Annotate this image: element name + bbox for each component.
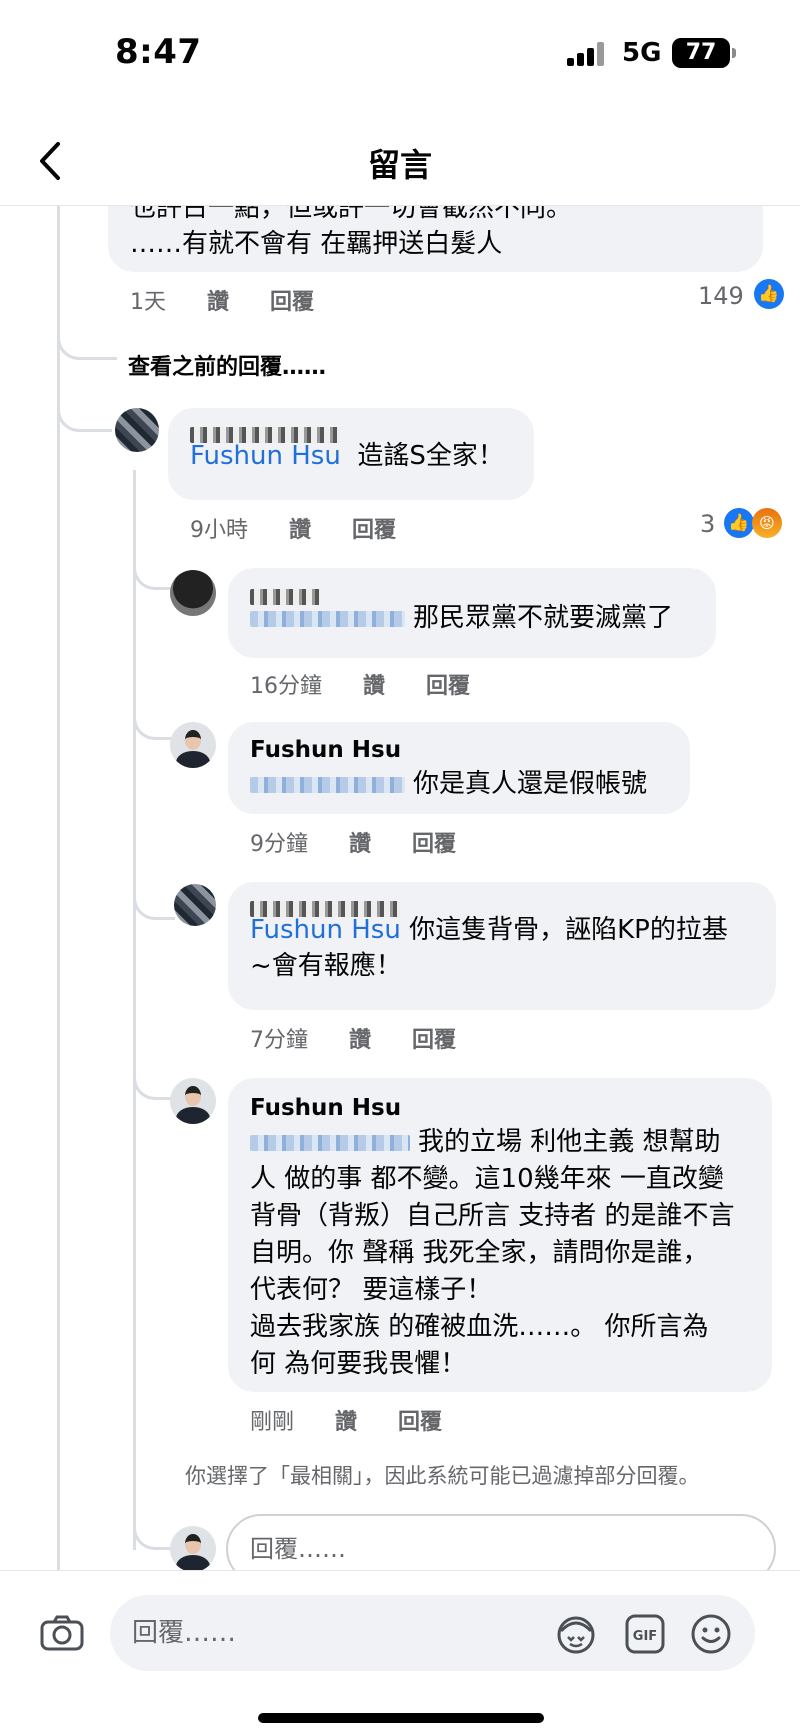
comment-time: 剛剛 [250,1410,295,1435]
svg-text:GIF: GIF [633,1629,657,1644]
blurred-mention [250,1134,410,1151]
like-link[interactable]: 讚 [335,1410,357,1435]
comment-bubble: Fushun Hsu 你是真人還是假帳號 [228,722,690,814]
comment-text: 那民眾黨不就要滅黨了 [413,603,674,633]
comment-meta: 7分鐘 讚 回覆 [250,1022,490,1054]
commenter-name[interactable]: Fushun Hsu [250,1092,750,1124]
reply-link[interactable]: 回覆 [426,674,470,699]
thread-curve [57,300,117,360]
filter-note: 你選擇了「最相關」，因此系統可能已過濾掉部分回覆。 [185,1464,700,1488]
thread-curve [57,372,112,432]
comment-bubble: Fushun Hsu 你這隻背骨，誣陷KP的拉基 ~會有報應！ [228,882,776,1010]
like-link[interactable]: 讚 [289,518,311,543]
like-link[interactable]: 讚 [349,1028,371,1053]
comment-time: 9分鐘 [250,832,308,857]
camera-icon[interactable] [40,1615,84,1651]
mention-link[interactable]: Fushun Hsu [250,915,401,945]
blurred-mention [250,610,405,627]
comment-meta: 剛剛 讚 回覆 [250,1404,476,1436]
comment-text: 你這隻背骨，誣陷KP的拉基 [409,915,728,945]
angry-reaction-icon: 😡 [752,508,782,538]
comment-bubble: Fushun Hsu 我的立場 利他主義 想幫助 人 做的事 都不變。這10幾年… [228,1078,772,1392]
comment-meta: 16分鐘 讚 回覆 [250,668,504,700]
comment-meta: 9分鐘 讚 回覆 [250,826,490,858]
reaction-count[interactable]: 149 [698,282,744,310]
comment-text: ……有就不會有 在羈押送白髮人 [130,229,503,259]
thread-curve [133,700,175,740]
comment-text: 何 為何要我畏懼！ [250,1349,467,1379]
avatar[interactable] [174,884,216,926]
avatar[interactable] [170,722,216,768]
reply-link[interactable]: 回覆 [352,518,396,543]
like-reaction-icon: 👍 [754,279,784,309]
blurred-mention [250,776,405,793]
comment-bubble: 那民眾黨不就要滅黨了 [228,568,716,658]
home-indicator [258,1713,544,1723]
comment-time: 7分鐘 [250,1028,308,1053]
comment-text: ~會有報應！ [250,951,402,981]
comment-meta: 1天 讚 回覆 [130,284,348,316]
reply-link[interactable]: 回覆 [412,1028,456,1053]
comment-composer[interactable]: 回覆…… GIF [110,1595,755,1671]
comment-text: 我的立場 利他主義 想幫助 [418,1127,721,1157]
comment-text: 人 做的事 都不變。這10幾年來 一直改變 [250,1164,724,1194]
comment-text: 你是真人還是假帳號 [413,769,648,799]
mention-link[interactable]: Fushun Hsu [190,441,341,471]
thread-curve [133,880,175,920]
like-reaction-icon: 👍 [724,508,754,538]
comment-text: 造謠S全家！ [357,441,504,471]
status-time: 8:47 [115,32,202,72]
comment-text: 過去我家族 的確被血洗……。 你所言為 [250,1312,709,1342]
reply-link[interactable]: 回覆 [412,832,456,857]
reply-link[interactable]: 回覆 [270,290,314,315]
reply-link[interactable]: 回覆 [398,1410,442,1435]
avatar[interactable] [170,1078,216,1124]
gif-icon[interactable]: GIF [624,1613,666,1655]
thread-curve [133,1060,175,1100]
thread-line [133,470,136,1550]
comment-meta: 9小時 讚 回覆 [190,512,430,544]
bottom-composer-bar: 回覆…… GIF [0,1570,800,1734]
like-link[interactable]: 讚 [363,674,385,699]
thread-curve [133,550,175,590]
comment-text: 代表何？ 要這樣子！ [250,1275,493,1305]
commenter-name[interactable]: Fushun Hsu [250,734,668,766]
like-link[interactable]: 讚 [349,832,371,857]
signal-icon [567,42,607,66]
network-label: 5G [622,38,662,68]
avatar-sticker-icon[interactable] [555,1613,597,1655]
battery-icon: 77 [672,38,736,68]
comment-time: 9小時 [190,518,248,543]
like-link[interactable]: 讚 [207,290,229,315]
emoji-icon[interactable] [690,1613,732,1655]
header: 留言 [0,120,800,206]
avatar[interactable] [170,570,216,616]
comment-time: 16分鐘 [250,674,322,699]
comment-bubble: Fushun Hsu 造謠S全家！ [168,408,534,500]
reaction-count[interactable]: 3 [700,510,715,538]
view-previous-replies[interactable]: 查看之前的回覆…… [128,349,326,381]
comment-text: 背骨（背叛）自己所言 支持者 的是誰不言 [250,1201,735,1231]
avatar [170,1526,216,1572]
avatar[interactable] [115,408,159,452]
page-title: 留言 [367,146,432,184]
composer-placeholder: 回覆…… [132,1618,237,1648]
comment-time: 1天 [130,290,166,315]
comment-text: 自明。你 聲稱 我死全家，請問你是誰， [250,1238,709,1268]
thread-curve [133,1500,175,1550]
